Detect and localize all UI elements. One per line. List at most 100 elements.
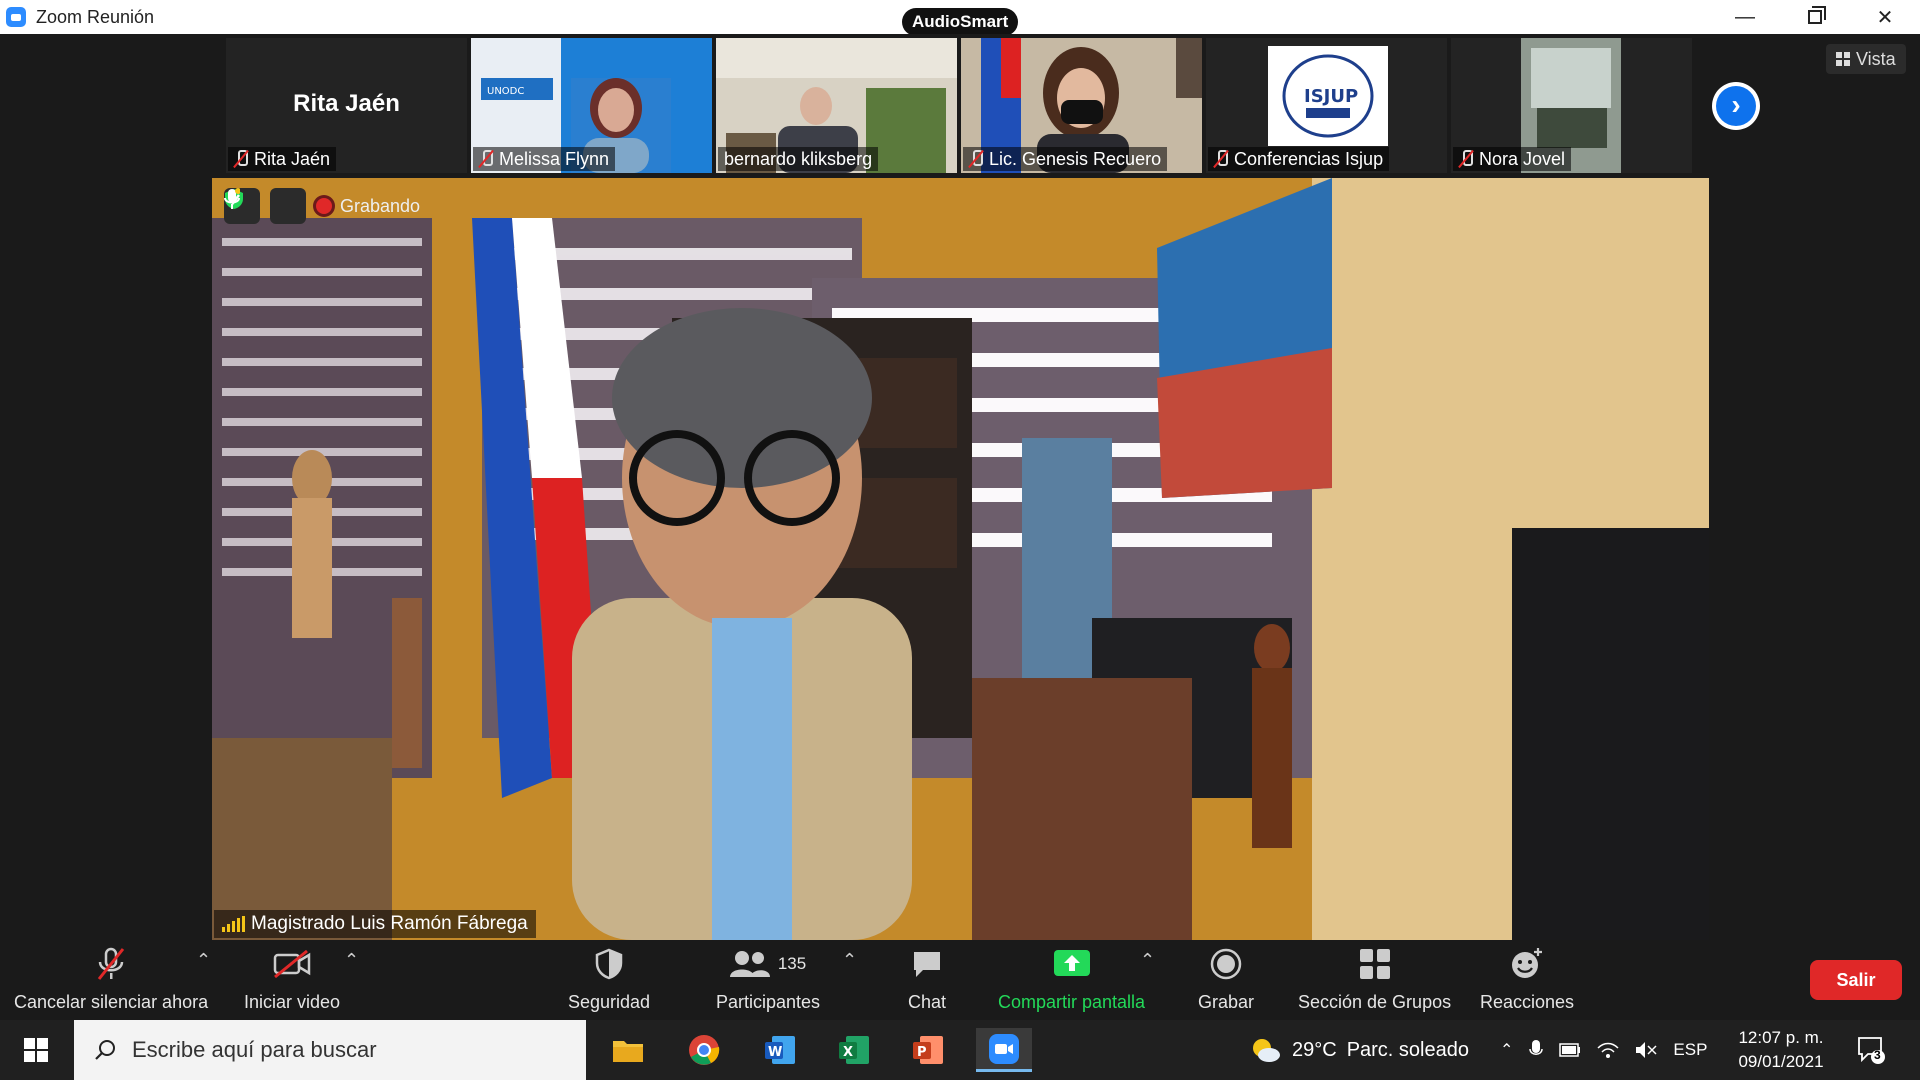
video-off-icon (273, 949, 311, 979)
muted-microphone-icon (97, 947, 125, 980)
grid-view-icon (1836, 52, 1850, 66)
meeting-toolbar: Cancelar silenciar ahora ⌃ Iniciar video… (0, 940, 1920, 1020)
svg-text:P: P (917, 1045, 927, 1060)
record-button[interactable]: Grabar (1198, 946, 1254, 1013)
muted-mic-icon (969, 150, 983, 168)
muted-mic-icon (1214, 150, 1228, 168)
weather-condition: Parc. soleado (1346, 1038, 1469, 1061)
security-label: Seguridad (568, 992, 651, 1012)
taskbar-chrome[interactable] (676, 1028, 732, 1072)
svg-text:W: W (768, 1045, 782, 1060)
participants-count: 135 (777, 954, 807, 973)
participant-tile[interactable]: ISJUP Conferencias Isjup (1206, 38, 1447, 173)
search-icon (95, 1040, 115, 1060)
unmute-label: Cancelar silenciar ahora (14, 992, 209, 1012)
signal-strength-icon (222, 916, 245, 932)
participant-name: Rita Jaén (254, 149, 331, 169)
microphone-tray-icon[interactable] (1529, 1039, 1544, 1061)
participants-button[interactable]: 135 Participantes (716, 946, 820, 1013)
window-titlebar: Zoom Reunión AudioSmart — ✕ (0, 0, 1920, 36)
svg-text:ISJUP: ISJUP (1304, 86, 1358, 107)
zoom-icon (989, 1033, 1019, 1064)
notification-center-icon (1858, 1037, 1885, 1064)
participant-name-tag: Nora Jovel (1453, 147, 1572, 171)
start-button[interactable] (10, 1020, 62, 1080)
restore-button[interactable] (1780, 0, 1850, 34)
gallery-strip: Rita Jaén Rita Jaén UNODC Melissa Flynn (226, 38, 1692, 173)
muted-mic-icon (479, 150, 493, 168)
microphone-icon (224, 188, 240, 209)
taskbar-word[interactable]: W (752, 1028, 808, 1072)
unmute-button[interactable]: Cancelar silenciar ahora (14, 946, 208, 1013)
participant-name-tag: Rita Jaén (228, 147, 337, 171)
record-label: Grabar (1198, 992, 1255, 1012)
participant-tile[interactable]: UNODC Melissa Flynn (471, 38, 712, 173)
taskbar-search-box[interactable]: Escribe aquí para buscar (74, 1020, 586, 1080)
chat-button[interactable]: Chat (908, 946, 946, 1013)
audio-options-caret-icon[interactable]: ⌃ (196, 950, 211, 971)
participant-tile[interactable]: Nora Jovel (1451, 38, 1692, 173)
minimize-icon: — (1735, 5, 1755, 28)
participant-name: Nora Jovel (1479, 149, 1566, 169)
notification-count: 3 (1874, 1048, 1881, 1062)
search-placeholder: Escribe aquí para buscar (132, 1037, 377, 1062)
participant-name: Lic. Genesis Recuero (989, 149, 1162, 169)
taskbar-clock[interactable]: 12:07 p. m. 09/01/2021 (1726, 1026, 1836, 1074)
chrome-icon (689, 1035, 720, 1065)
record-icon (1210, 948, 1242, 980)
share-options-caret-icon[interactable]: ⌃ (1140, 950, 1155, 971)
windows-taskbar: Escribe aquí para buscar W X P 29°C Parc… (0, 1020, 1920, 1080)
wifi-icon[interactable] (1597, 1041, 1619, 1059)
security-button[interactable]: Seguridad (568, 946, 650, 1013)
taskbar-excel[interactable]: X (826, 1028, 882, 1072)
start-video-button[interactable]: Iniciar video (244, 946, 340, 1013)
breakout-rooms-label: Sección de Grupos (1298, 992, 1452, 1012)
minimize-button[interactable]: — (1710, 0, 1780, 34)
meeting-status-overlay: Grabando (224, 188, 420, 224)
muted-mic-icon (1459, 150, 1473, 168)
partly-sunny-icon (1253, 1039, 1280, 1062)
restore-icon (1808, 10, 1822, 24)
svg-text:UNODC: UNODC (487, 86, 524, 97)
next-page-button[interactable]: › (1712, 82, 1760, 130)
participant-tile[interactable]: Rita Jaén Rita Jaén (226, 38, 467, 173)
system-tray: ⌃ ESP (1500, 1020, 1707, 1080)
participant-name-tag: Lic. Genesis Recuero (963, 147, 1168, 171)
taskbar-zoom[interactable] (976, 1028, 1032, 1072)
audio-status-button[interactable] (224, 188, 306, 224)
participant-name: Conferencias Isjup (1234, 149, 1384, 169)
weather-widget[interactable]: 29°C Parc. soleado (1250, 1020, 1469, 1080)
muted-mic-icon (234, 150, 248, 168)
participant-tile[interactable]: bernardo kliksberg (716, 38, 957, 173)
speaker-name-tag: Magistrado Luis Ramón Fábrega (214, 910, 536, 938)
recording-dot-icon (316, 198, 332, 214)
breakout-rooms-button[interactable]: Sección de Grupos (1298, 946, 1451, 1013)
recording-indicator[interactable]: Grabando (316, 196, 420, 217)
view-button[interactable]: Vista (1826, 44, 1906, 74)
recording-label: Grabando (340, 195, 421, 216)
close-window-button[interactable]: ✕ (1850, 0, 1920, 34)
audiosmart-badge[interactable]: AudioSmart (902, 8, 1019, 36)
input-language[interactable]: ESP (1673, 1040, 1707, 1060)
view-label: Vista (1856, 49, 1896, 69)
video-options-caret-icon[interactable]: ⌃ (344, 950, 359, 971)
speaker-video-frame (212, 178, 1709, 940)
notifications-button[interactable]: 3 (1856, 1020, 1886, 1080)
reactions-button[interactable]: Reacciones (1480, 946, 1574, 1013)
taskbar-powerpoint[interactable]: P (900, 1028, 956, 1072)
battery-icon[interactable] (1559, 1043, 1581, 1057)
participants-options-caret-icon[interactable]: ⌃ (842, 950, 857, 971)
file-explorer-icon (613, 1041, 643, 1062)
participants-label: Participantes (716, 992, 821, 1012)
participant-tile[interactable]: Lic. Genesis Recuero (961, 38, 1202, 173)
share-screen-button[interactable]: Compartir pantalla (998, 946, 1145, 1013)
taskbar-file-explorer[interactable] (600, 1028, 656, 1072)
show-hidden-icons-icon[interactable]: ⌃ (1500, 1040, 1513, 1060)
leave-meeting-button[interactable]: Salir (1810, 960, 1902, 1000)
clock-time: 12:07 p. m. (1738, 1028, 1824, 1047)
powerpoint-icon: P (913, 1036, 943, 1064)
participant-name-tag: Conferencias Isjup (1208, 147, 1390, 171)
reaction-smiley-icon (1512, 948, 1543, 978)
volume-muted-icon[interactable] (1635, 1041, 1657, 1059)
window-title: Zoom Reunión (36, 6, 155, 27)
